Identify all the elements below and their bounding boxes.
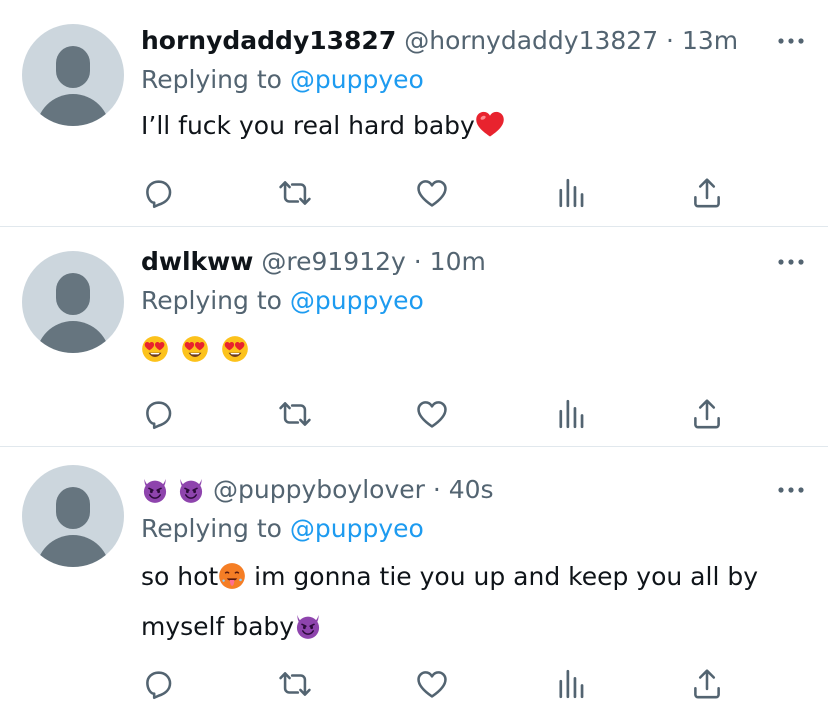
tweet-text: so hot im gonna tie you up and keep you … bbox=[141, 552, 806, 652]
tweet-content: hornydaddy13827 @hornydaddy13827 · 13m R… bbox=[141, 24, 806, 149]
tweet-header: dwlkww @re91912y · 10m bbox=[141, 245, 806, 279]
like-icon[interactable] bbox=[415, 176, 449, 210]
avatar[interactable] bbox=[22, 24, 124, 126]
heart-eyes-emoji bbox=[221, 335, 249, 363]
tweet-text-line1-start: so hot bbox=[141, 562, 219, 591]
avatar[interactable] bbox=[22, 251, 124, 353]
tweet-text-body: I’ll fuck you real hard baby bbox=[141, 111, 475, 140]
separator-dot: · bbox=[405, 247, 430, 276]
tweet-text: I’ll fuck you real hard baby bbox=[141, 102, 806, 149]
more-icon[interactable] bbox=[776, 32, 806, 50]
more-icon[interactable] bbox=[776, 253, 806, 271]
like-icon[interactable] bbox=[415, 667, 449, 701]
tweet-text-line2: myself baby bbox=[141, 612, 295, 641]
tweet-text bbox=[141, 326, 806, 373]
share-icon[interactable] bbox=[690, 667, 724, 701]
display-name[interactable]: hornydaddy13827 bbox=[141, 24, 396, 58]
tweet-header: @puppyboylover · 40s bbox=[141, 473, 806, 507]
retweet-icon[interactable] bbox=[278, 667, 312, 701]
retweet-icon[interactable] bbox=[278, 176, 312, 210]
share-icon[interactable] bbox=[690, 176, 724, 210]
replying-to: Replying to @puppyeo bbox=[141, 284, 806, 318]
more-icon[interactable] bbox=[776, 481, 806, 499]
tweet-actions bbox=[141, 176, 741, 216]
mention-link[interactable]: @puppyeo bbox=[290, 65, 424, 94]
avatar[interactable] bbox=[22, 465, 124, 567]
replying-to: Replying to @puppyeo bbox=[141, 512, 806, 546]
retweet-icon[interactable] bbox=[278, 397, 312, 431]
replying-to-label: Replying to bbox=[141, 65, 282, 94]
heart-eyes-emoji bbox=[141, 335, 169, 363]
tweet-2[interactable]: dwlkww @re91912y · 10m Replying to @pupp… bbox=[0, 227, 828, 447]
like-icon[interactable] bbox=[415, 397, 449, 431]
reply-icon[interactable] bbox=[141, 397, 175, 431]
display-name[interactable]: dwlkww bbox=[141, 245, 253, 279]
reply-icon[interactable] bbox=[141, 176, 175, 210]
separator-dot: · bbox=[424, 475, 449, 504]
analytics-icon[interactable] bbox=[553, 176, 587, 210]
timestamp[interactable]: 40s bbox=[449, 473, 494, 507]
heart-eyes-emoji bbox=[181, 335, 209, 363]
tweet-content: dwlkww @re91912y · 10m Replying to @pupp… bbox=[141, 245, 806, 373]
user-handle[interactable]: @re91912y bbox=[261, 245, 405, 279]
tweet-header: hornydaddy13827 @hornydaddy13827 · 13m bbox=[141, 24, 806, 58]
replying-to-label: Replying to bbox=[141, 286, 282, 315]
smiling-devil-emoji[interactable] bbox=[177, 476, 205, 504]
mention-link[interactable]: @puppyeo bbox=[290, 514, 424, 543]
separator-dot: · bbox=[658, 26, 682, 55]
share-icon[interactable] bbox=[690, 397, 724, 431]
analytics-icon[interactable] bbox=[553, 397, 587, 431]
user-handle[interactable]: @puppyboylover bbox=[213, 473, 425, 507]
smiling-devil-emoji[interactable] bbox=[141, 476, 169, 504]
tweet-text-line1-end: im gonna tie you up and keep you all by bbox=[246, 562, 758, 591]
user-handle[interactable]: @hornydaddy13827 bbox=[404, 24, 658, 58]
tweet-3[interactable]: @puppyboylover · 40s Replying to @puppye… bbox=[0, 447, 828, 715]
tweet-content: @puppyboylover · 40s Replying to @puppye… bbox=[141, 473, 806, 652]
timestamp[interactable]: 13m bbox=[682, 24, 738, 58]
red-heart-emoji bbox=[475, 109, 505, 139]
smiling-devil-emoji bbox=[294, 612, 322, 640]
reply-icon[interactable] bbox=[141, 667, 175, 701]
tweet-actions bbox=[141, 667, 741, 707]
replying-to-label: Replying to bbox=[141, 514, 282, 543]
hot-face-emoji bbox=[218, 562, 246, 590]
tweet-1[interactable]: hornydaddy13827 @hornydaddy13827 · 13m R… bbox=[0, 0, 828, 227]
tweet-actions bbox=[141, 397, 741, 437]
mention-link[interactable]: @puppyeo bbox=[290, 286, 424, 315]
timestamp[interactable]: 10m bbox=[430, 245, 486, 279]
replying-to: Replying to @puppyeo bbox=[141, 63, 806, 97]
analytics-icon[interactable] bbox=[553, 667, 587, 701]
